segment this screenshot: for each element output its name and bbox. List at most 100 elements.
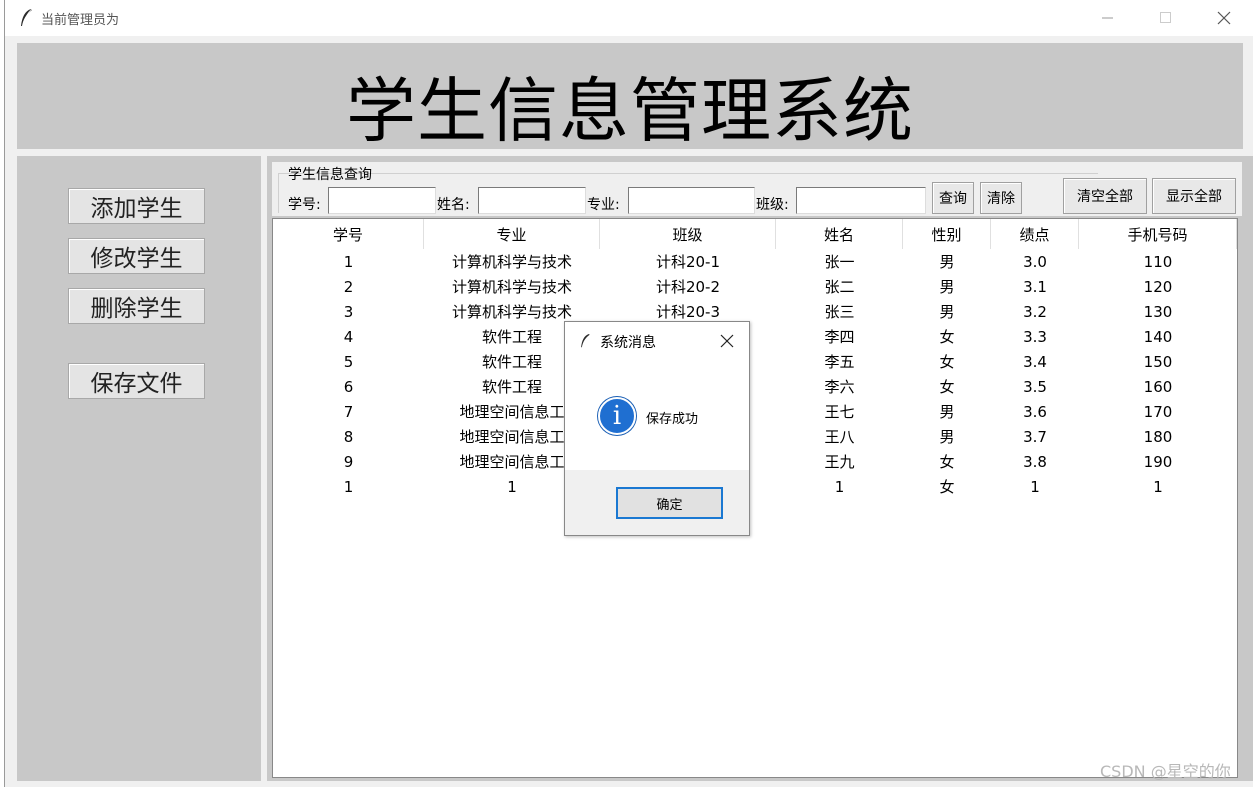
minimize-icon xyxy=(1102,17,1113,19)
column-header[interactable]: 手机号码 xyxy=(1079,219,1237,249)
delete-student-button[interactable]: 删除学生 xyxy=(68,288,205,324)
table-row[interactable]: 5 软件工程 李五女 3.4 150 xyxy=(273,349,1237,374)
table-cell: 6 xyxy=(343,377,354,396)
table-cell: 张一 xyxy=(824,253,855,271)
table-cell: 9 xyxy=(343,452,354,471)
table-row[interactable]: 1 计算机科学与技术 计科20-1 张一 男 3.0 110 xyxy=(273,249,1237,274)
clear-all-button[interactable]: 清空全部 xyxy=(1063,178,1147,214)
table-cell: 王九 xyxy=(824,453,855,471)
name-input[interactable] xyxy=(478,187,586,214)
query-legend: 学生信息查询 xyxy=(288,167,372,183)
table-cell: 160 xyxy=(1143,377,1173,396)
table-cell: 男 xyxy=(939,278,955,296)
table-cell: 3.6 xyxy=(1023,402,1047,421)
table-cell: 1 xyxy=(343,477,354,496)
close-icon xyxy=(1217,11,1231,25)
minimize-button[interactable] xyxy=(1079,0,1137,36)
table-cell: 3 xyxy=(343,302,354,321)
main-panel: 学生信息查询 学号: 姓名: 专业: 班级: 查询 清除 清空全部 显示全部 学… xyxy=(267,156,1253,781)
app-window: 当前管理员为 学生信息管理系统 添加学生 修改学生 删除学生 保存文件 学生信息… xyxy=(4,0,1253,787)
name-label: 姓名: xyxy=(437,197,470,213)
table-cell: 190 xyxy=(1143,452,1173,471)
table-row[interactable]: 111女11 xyxy=(273,474,1237,499)
table-cell: 120 xyxy=(1143,277,1173,296)
add-student-button[interactable]: 添加学生 xyxy=(68,188,205,224)
search-button[interactable]: 查询 xyxy=(932,182,974,214)
column-header[interactable]: 班级 xyxy=(600,219,776,249)
table-cell: 3.2 xyxy=(1023,302,1047,321)
table-cell: 130 xyxy=(1143,302,1173,321)
table-cell: 女 xyxy=(939,478,955,496)
table-cell: 3.7 xyxy=(1023,427,1047,446)
save-file-button[interactable]: 保存文件 xyxy=(68,363,205,399)
table-row[interactable]: 8 地理空间信息工 王八男 3.7 180 xyxy=(273,424,1237,449)
table-cell: 3.1 xyxy=(1023,277,1047,296)
table-cell: 2 xyxy=(343,277,354,296)
id-label: 学号: xyxy=(288,197,321,213)
window-title: 当前管理员为 xyxy=(41,13,120,28)
message-dialog: 系统消息 i 保存成功 确定 xyxy=(564,321,750,536)
table-row[interactable]: 6 软件工程 李六女 3.5 160 xyxy=(273,374,1237,399)
table-cell: 王七 xyxy=(824,403,855,421)
title-bar: 当前管理员为 xyxy=(5,0,1253,36)
feather-icon xyxy=(21,8,33,26)
column-header[interactable]: 绩点 xyxy=(991,219,1079,249)
table-cell: 140 xyxy=(1143,327,1173,346)
close-icon xyxy=(720,334,734,348)
table-cell: 女 xyxy=(939,378,955,396)
show-all-button[interactable]: 显示全部 xyxy=(1152,178,1236,214)
table-cell: 150 xyxy=(1143,352,1173,371)
table-cell: 5 xyxy=(343,352,354,371)
watermark: CSDN @星空的你 xyxy=(1100,762,1231,781)
table-cell: 男 xyxy=(939,403,955,421)
major-label: 专业: xyxy=(587,197,620,213)
table-row[interactable]: 9 地理空间信息工 王九女 3.8 190 xyxy=(273,449,1237,474)
table-row[interactable]: 4 软件工程 李四女 3.3 140 xyxy=(273,324,1237,349)
table-cell: 李六 xyxy=(824,378,855,396)
table-cell: 3.0 xyxy=(1023,252,1047,271)
table-row[interactable]: 3 计算机科学与技术 计科20-3 张三男 3.2 130 xyxy=(273,299,1237,324)
table-cell: 女 xyxy=(939,453,955,471)
class-label: 班级: xyxy=(756,197,789,213)
table-cell: 1 xyxy=(1153,477,1163,496)
major-input[interactable] xyxy=(628,187,755,214)
table-cell: 计科20-1 xyxy=(655,253,721,271)
maximize-button[interactable] xyxy=(1137,0,1195,36)
table-cell: 3.3 xyxy=(1023,327,1047,346)
table-cell: 3.5 xyxy=(1023,377,1047,396)
column-header[interactable]: 学号 xyxy=(273,219,424,249)
column-header[interactable]: 性别 xyxy=(903,219,991,249)
ok-button[interactable]: 确定 xyxy=(616,487,723,519)
table-cell: 1 xyxy=(343,252,354,271)
table-cell: 计算机科学与技术 xyxy=(451,278,572,296)
edit-student-button[interactable]: 修改学生 xyxy=(68,238,205,274)
table-row[interactable]: 2 计算机科学与技术 计科20-2 张二 男 3.1 120 xyxy=(273,274,1237,299)
table-cell: 男 xyxy=(939,253,955,271)
column-header[interactable]: 姓名 xyxy=(776,219,903,249)
table-cell: 女 xyxy=(939,328,955,346)
table-row[interactable]: 7 地理空间信息工 王七男 3.6 170 xyxy=(273,399,1237,424)
table-cell: 170 xyxy=(1143,402,1173,421)
table-cell: 7 xyxy=(343,402,354,421)
table-cell: 女 xyxy=(939,353,955,371)
info-icon: i xyxy=(598,397,636,435)
dialog-close-button[interactable] xyxy=(715,330,739,352)
table-cell: 110 xyxy=(1143,252,1173,271)
table-cell: 李五 xyxy=(824,353,855,371)
column-header[interactable]: 专业 xyxy=(424,219,600,249)
id-input[interactable] xyxy=(328,187,436,214)
student-table[interactable]: 学号 专业 班级 姓名 性别 绩点 手机号码 1 计算机科学与技术 计科20-1 张一男 3.0 110… xyxy=(272,218,1238,778)
close-button[interactable] xyxy=(1195,0,1253,36)
table-cell: 1 xyxy=(834,477,845,496)
table-cell: 张三 xyxy=(824,303,855,321)
clear-button[interactable]: 清除 xyxy=(980,182,1022,214)
maximize-icon xyxy=(1160,12,1171,23)
table-cell: 计算机科学与技术 xyxy=(451,253,572,271)
table-cell: 张二 xyxy=(824,278,855,296)
dialog-title: 系统消息 xyxy=(600,335,656,351)
table-cell: 计科20-2 xyxy=(655,278,721,296)
table-cell: 4 xyxy=(343,327,354,346)
class-input[interactable] xyxy=(796,187,926,214)
table-cell: 男 xyxy=(939,428,955,446)
table-cell: 男 xyxy=(939,303,955,321)
